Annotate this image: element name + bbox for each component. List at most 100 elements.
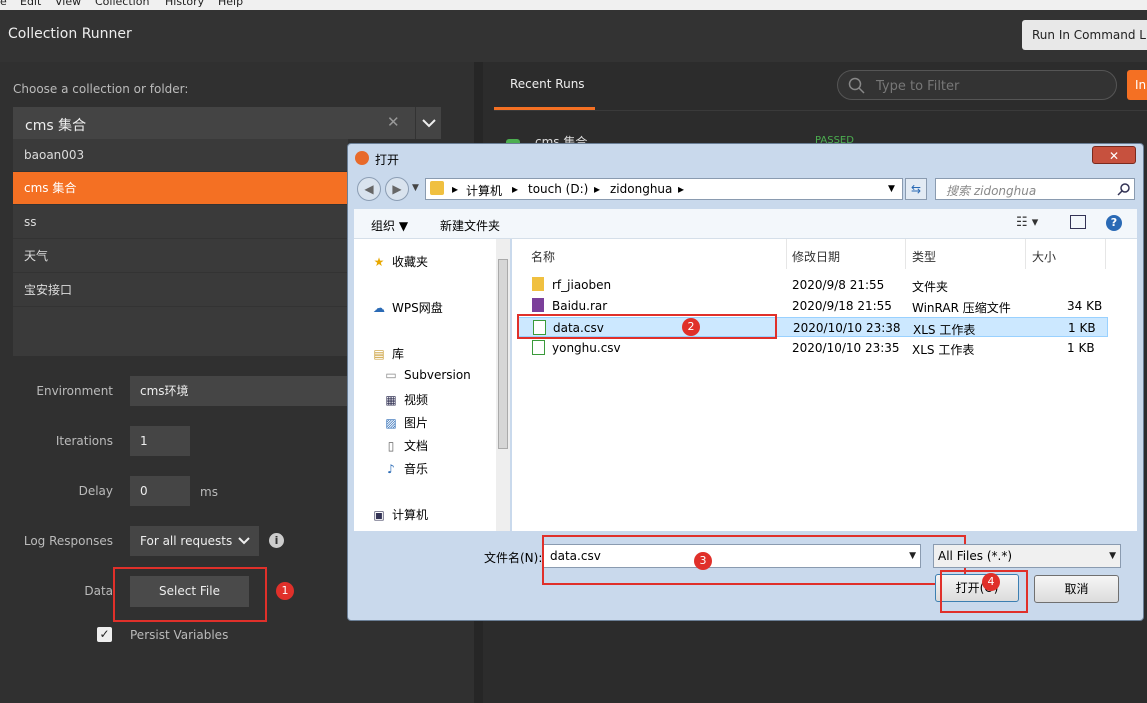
app-icon (355, 151, 369, 165)
collection-option-ss[interactable]: ss (13, 206, 348, 239)
menu-help[interactable]: Help (218, 0, 243, 8)
column-modified[interactable]: 修改日期 (792, 248, 840, 265)
organize-button[interactable]: 组织 ▼ (371, 217, 408, 234)
dialog-toolbar: 组织 ▼ 新建文件夹 ☷ ▾ ? (354, 209, 1137, 239)
choose-collection-label: Choose a collection or folder: (13, 82, 189, 96)
nav-video[interactable]: ▦ 视频 (384, 391, 428, 408)
collection-option-baoan003[interactable]: baoan003 (13, 139, 348, 172)
star-icon: ★ (373, 255, 385, 269)
iterations-label: Iterations (55, 434, 113, 448)
address-dropdown-icon[interactable]: ▼ (888, 184, 895, 194)
annotation-box-2 (517, 314, 777, 339)
close-button[interactable]: ✕ (1092, 146, 1136, 164)
cancel-button[interactable]: 取消 (1034, 575, 1119, 603)
annotation-box-1 (113, 567, 267, 622)
breadcrumb-drive[interactable]: touch (D:) (528, 182, 588, 196)
file-name: Baidu.rar (552, 299, 608, 313)
dialog-search-placeholder: 搜索 zidonghua (946, 184, 1037, 198)
refresh-icon[interactable]: ⇆ (905, 178, 927, 200)
menu-file[interactable]: e (0, 0, 7, 8)
nav-computer[interactable]: ▣ 计算机 (372, 506, 428, 523)
column-divider (1025, 239, 1026, 269)
persist-variables-checkbox[interactable]: ✓ (97, 627, 112, 642)
chevron-down-icon: ▼ (1109, 551, 1116, 561)
menu-bar: e Edit View Collection History Help (0, 0, 1147, 10)
filename-label: 文件名(N): (484, 551, 543, 565)
new-folder-button[interactable]: 新建文件夹 (440, 217, 500, 234)
info-icon[interactable]: i (269, 533, 284, 548)
file-row[interactable]: Baidu.rar 2020/9/18 21:55 WinRAR 压缩文件 34… (518, 296, 1108, 316)
chevron-right-icon: ▸ (594, 182, 601, 196)
file-type: WinRAR 压缩文件 (912, 301, 1011, 315)
file-name: yonghu.csv (552, 341, 621, 355)
column-size[interactable]: 大小 (1032, 248, 1056, 265)
menu-collection[interactable]: Collection (95, 0, 149, 8)
collection-option-cms[interactable]: cms 集合 (13, 172, 348, 205)
scrollbar-thumb[interactable] (498, 259, 508, 449)
file-type: XLS 工作表 (912, 343, 975, 357)
selected-collection: cms 集合 (25, 118, 87, 134)
annotation-badge-2: 2 (682, 318, 700, 336)
help-icon[interactable]: ? (1106, 215, 1122, 231)
history-dropdown-icon[interactable]: ▼ (412, 183, 419, 193)
nav-computer-label: 计算机 (392, 508, 429, 522)
file-type-select[interactable]: All Files (*.*) ▼ (933, 544, 1121, 568)
nav-favorites[interactable]: ★ 收藏夹 (372, 253, 428, 270)
folder-icon (532, 277, 544, 291)
address-bar[interactable]: ▸ 计算机 ▸ touch (D:) ▸ zidonghua ▸ ▼ (425, 178, 903, 200)
nav-documents[interactable]: ▯ 文档 (384, 437, 428, 454)
collection-option-weather[interactable]: 天气 (13, 240, 348, 273)
menu-view[interactable]: View (55, 0, 81, 8)
delay-input[interactable]: 0 (130, 476, 190, 506)
file-size: 1 KB (1068, 321, 1096, 335)
environment-select[interactable]: cms环境 (130, 376, 350, 406)
column-type[interactable]: 类型 (912, 248, 936, 265)
chevron-right-icon: ▸ (678, 182, 685, 196)
iterations-input[interactable]: 1 (130, 426, 190, 456)
breadcrumb-folder[interactable]: zidonghua (610, 182, 672, 196)
log-responses-select[interactable]: For all requests (130, 526, 259, 556)
breadcrumb-computer[interactable]: 计算机 (466, 182, 502, 199)
nav-wps-label: WPS网盘 (392, 301, 443, 315)
view-options-icon[interactable]: ☷ ▾ (1016, 215, 1038, 230)
nav-library[interactable]: ▤ 库 (372, 345, 404, 362)
collection-select[interactable]: cms 集合 ✕ (13, 107, 441, 139)
cloud-icon: ☁ (373, 301, 385, 315)
nav-music[interactable]: ♪ 音乐 (384, 460, 428, 477)
column-name[interactable]: 名称 (531, 248, 555, 265)
annotation-box-3 (542, 535, 966, 585)
app-header (0, 10, 1147, 62)
nav-documents-label: 文档 (404, 439, 429, 453)
menu-history[interactable]: History (165, 0, 204, 8)
environment-label: Environment (36, 384, 113, 398)
tab-divider (494, 110, 1147, 111)
column-divider (786, 239, 787, 269)
run-in-command-line-button[interactable]: Run In Command Line (1022, 20, 1147, 50)
nav-wps[interactable]: ☁ WPS网盘 (372, 299, 443, 316)
dialog-search-input[interactable]: 搜索 zidonghua (935, 178, 1135, 200)
nav-scrollbar[interactable] (496, 239, 510, 531)
file-row[interactable]: rf_jiaoben 2020/9/8 21:55 文件夹 (518, 275, 1108, 295)
nav-pictures[interactable]: ▨ 图片 (384, 414, 428, 431)
forward-button[interactable]: ▶ (385, 177, 409, 201)
search-icon (848, 77, 865, 94)
nav-favorites-label: 收藏夹 (392, 255, 429, 269)
import-button[interactable]: In (1127, 70, 1147, 100)
file-type: 文件夹 (912, 280, 949, 294)
video-icon: ▦ (385, 393, 397, 407)
collection-option-baoan-api[interactable]: 宝安接口 (13, 274, 348, 307)
file-row[interactable]: yonghu.csv 2020/10/10 23:35 XLS 工作表 1 KB (518, 338, 1108, 358)
back-button[interactable]: ◀ (357, 177, 381, 201)
clear-icon[interactable]: ✕ (387, 113, 400, 131)
library-icon: ▤ (373, 347, 385, 361)
nav-music-label: 音乐 (404, 462, 429, 476)
nav-pictures-label: 图片 (404, 416, 429, 430)
music-icon: ♪ (387, 462, 395, 476)
chevron-down-icon[interactable] (415, 107, 442, 139)
filter-input[interactable]: Type to Filter (837, 70, 1117, 100)
menu-edit[interactable]: Edit (20, 0, 41, 8)
nav-subversion[interactable]: ▭ Subversion (384, 368, 470, 382)
tab-recent-runs[interactable]: Recent Runs (510, 77, 585, 91)
preview-pane-icon[interactable] (1070, 215, 1086, 229)
persist-variables-label: Persist Variables (130, 628, 229, 642)
